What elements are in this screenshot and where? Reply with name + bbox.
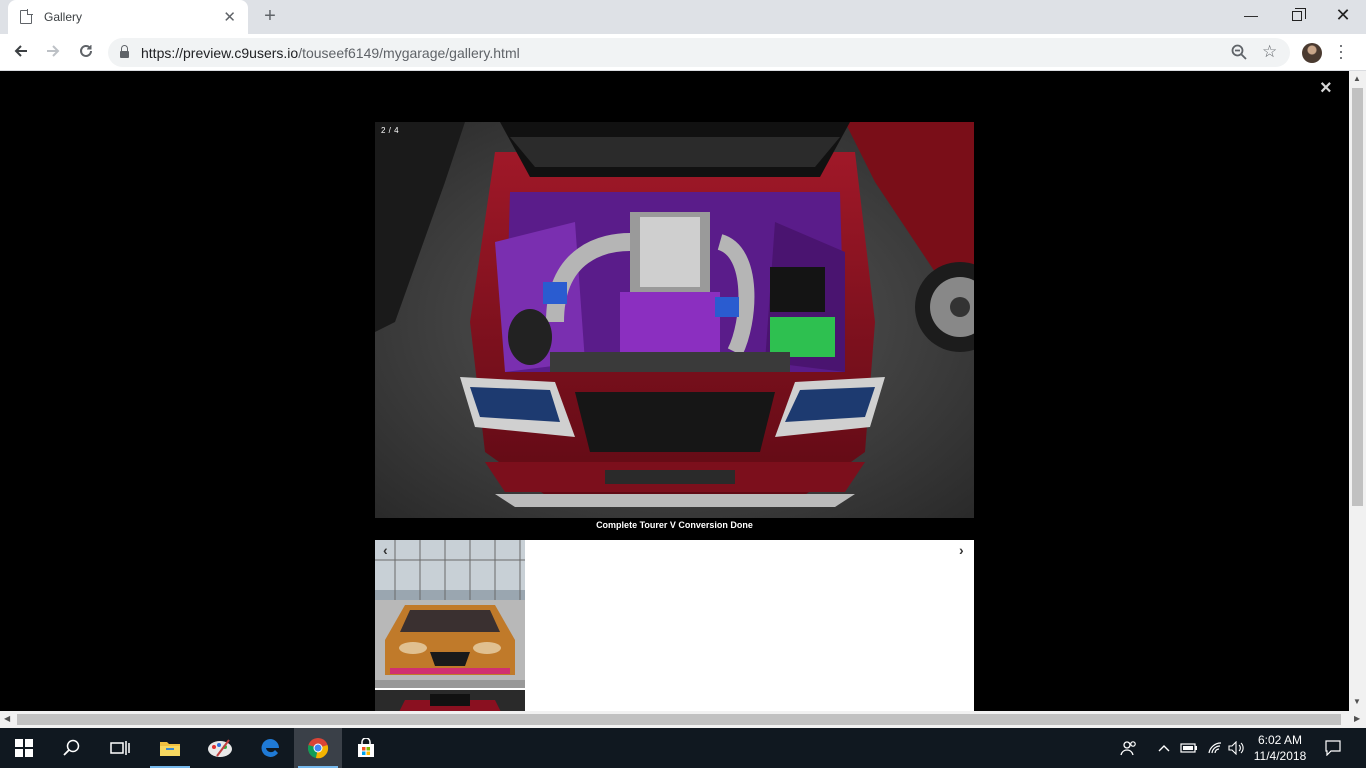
chrome-icon xyxy=(307,738,329,759)
back-button[interactable] xyxy=(8,40,34,66)
scroll-left-arrow-icon[interactable]: ◀ xyxy=(4,714,10,723)
lightbox-close-icon[interactable]: × xyxy=(1320,77,1332,100)
thumbnail-strip: ‹ › xyxy=(375,540,974,711)
bookmark-star-icon[interactable]: ☆ xyxy=(1262,42,1277,62)
horizontal-scrollbar[interactable]: ◀ ▶ xyxy=(0,711,1366,728)
scroll-down-arrow-icon[interactable]: ▼ xyxy=(1353,697,1361,706)
scroll-up-arrow-icon[interactable]: ▲ xyxy=(1353,74,1361,83)
thumbnail-engine[interactable] xyxy=(375,690,525,711)
zoom-icon[interactable] xyxy=(1230,43,1248,61)
horizontal-scroll-thumb[interactable] xyxy=(17,714,1341,725)
search-icon xyxy=(63,739,80,756)
url-text: https://preview.c9users.io/touseef6149/m… xyxy=(141,44,520,61)
taskbar-clock[interactable]: 6:02 AM 11/4/2018 xyxy=(1248,732,1312,764)
forward-arrow-icon xyxy=(47,45,60,57)
vertical-scroll-thumb[interactable] xyxy=(1352,88,1363,506)
thumbnail-rx8[interactable] xyxy=(375,540,525,688)
volume-button[interactable] xyxy=(1226,728,1248,768)
volume-icon xyxy=(1228,741,1244,755)
lock-icon xyxy=(120,45,129,58)
file-explorer-button[interactable] xyxy=(146,728,194,768)
rx8-thumbnail-photo xyxy=(375,540,525,688)
clock-time: 6:02 AM xyxy=(1257,733,1303,747)
browser-toolbar: https://preview.c9users.io/touseef6149/m… xyxy=(0,34,1366,71)
tab-gallery[interactable]: Gallery ✕ xyxy=(8,0,248,34)
paint-app-button[interactable] xyxy=(196,728,244,768)
new-tab-button[interactable]: + xyxy=(258,4,282,28)
chrome-browser-button[interactable] xyxy=(294,728,342,768)
chevron-up-icon xyxy=(1158,745,1170,752)
edge-icon xyxy=(261,739,279,757)
reload-button[interactable] xyxy=(73,40,99,66)
vertical-scrollbar[interactable]: ▲ ▼ xyxy=(1349,71,1366,711)
page-viewport: × 2 / 4 Complete Tourer V Conversion Don… xyxy=(0,71,1349,711)
profile-avatar[interactable] xyxy=(1302,43,1322,63)
thumbnail-prev-button[interactable]: ‹ xyxy=(383,542,388,558)
forward-button[interactable] xyxy=(40,40,66,66)
wifi-icon xyxy=(1208,742,1222,754)
task-view-icon xyxy=(110,741,130,755)
battery-button[interactable] xyxy=(1178,728,1200,768)
taskbar-search-button[interactable] xyxy=(48,728,96,768)
windows-taskbar: 6:02 AM 11/4/2018 xyxy=(0,728,1366,768)
restore-icon xyxy=(1292,8,1306,21)
tab-close-icon[interactable]: ✕ xyxy=(223,8,236,26)
tab-strip: Gallery ✕ + — ✕ xyxy=(0,0,1366,34)
window-close-button[interactable]: ✕ xyxy=(1320,0,1366,30)
file-explorer-icon xyxy=(160,742,180,756)
reload-icon xyxy=(80,44,92,57)
menu-dots-icon[interactable]: · · · xyxy=(1336,36,1346,66)
clock-date: 11/4/2018 xyxy=(1253,749,1307,763)
engine-thumbnail-photo xyxy=(375,690,525,711)
action-center-button[interactable] xyxy=(1318,728,1348,768)
task-view-button[interactable] xyxy=(96,728,144,768)
back-arrow-icon xyxy=(14,45,27,57)
notification-icon xyxy=(1325,740,1341,756)
edge-browser-button[interactable] xyxy=(246,728,294,768)
people-icon xyxy=(1120,741,1136,756)
tray-overflow-button[interactable] xyxy=(1154,728,1174,768)
people-button[interactable] xyxy=(1114,728,1144,768)
lightbox-main-image: 2 / 4 xyxy=(375,122,974,518)
battery-icon xyxy=(1180,743,1197,753)
thumbnail-next-button[interactable]: › xyxy=(959,542,964,558)
wifi-button[interactable] xyxy=(1204,728,1226,768)
restore-button[interactable] xyxy=(1274,0,1320,30)
minimize-button[interactable]: — xyxy=(1228,0,1274,30)
image-counter: 2 / 4 xyxy=(381,126,400,135)
start-button[interactable] xyxy=(0,728,48,768)
windows-start-icon xyxy=(15,739,33,757)
engine-bay-photo xyxy=(375,122,974,518)
page-icon xyxy=(20,9,33,24)
scroll-right-arrow-icon[interactable]: ▶ xyxy=(1354,714,1360,723)
paint-app-icon xyxy=(208,739,232,757)
store-button[interactable] xyxy=(342,728,390,768)
tab-title: Gallery xyxy=(44,10,83,24)
image-caption: Complete Tourer V Conversion Done xyxy=(596,520,753,530)
address-bar[interactable]: https://preview.c9users.io/touseef6149/m… xyxy=(108,38,1290,67)
store-icon xyxy=(358,738,374,757)
